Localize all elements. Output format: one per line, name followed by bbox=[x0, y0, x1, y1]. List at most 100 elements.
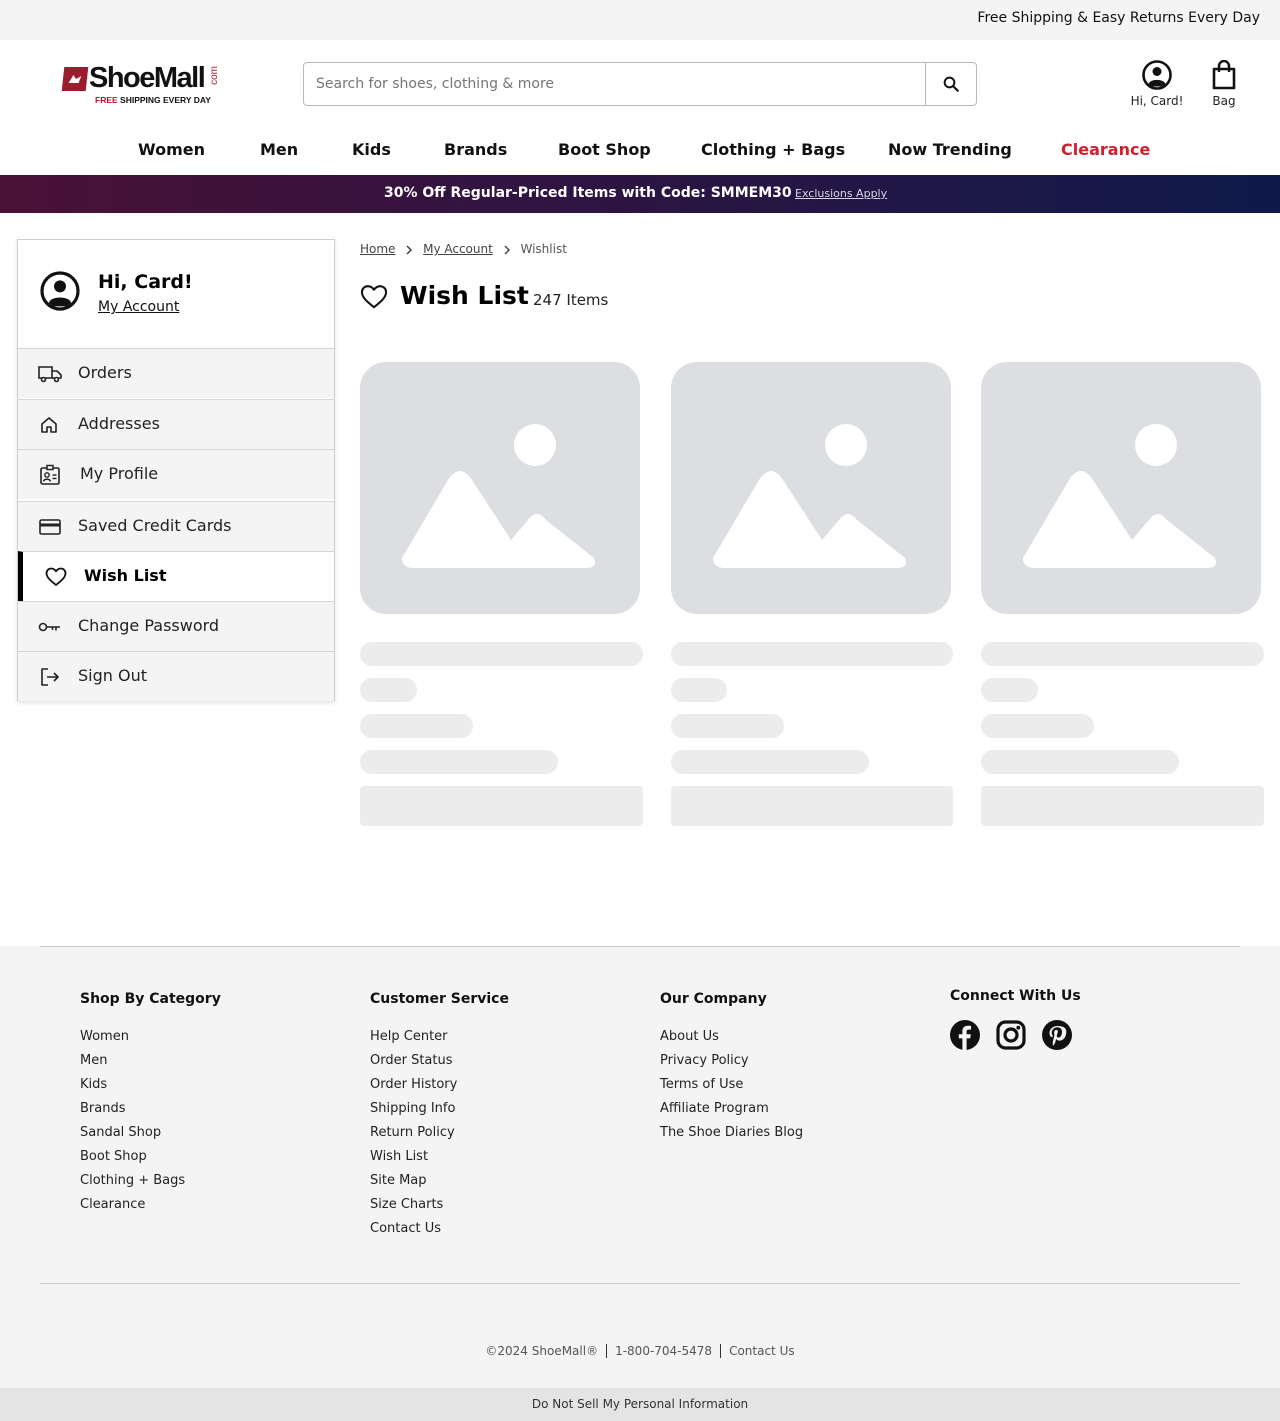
instagram-icon[interactable] bbox=[996, 1020, 1026, 1054]
footer-link-sandal-shop[interactable]: Sandal Shop bbox=[80, 1121, 221, 1145]
footer-link-help-center[interactable]: Help Center bbox=[370, 1025, 509, 1049]
skeleton-button bbox=[671, 786, 953, 826]
sidebar-item-label: My Profile bbox=[80, 464, 159, 483]
sidebar-item-my-profile[interactable]: My Profile bbox=[18, 449, 334, 499]
footer-link-wish-list[interactable]: Wish List bbox=[370, 1145, 509, 1169]
my-account-link[interactable]: My Account bbox=[98, 299, 179, 315]
skeleton-line bbox=[360, 678, 417, 702]
credit-card-icon bbox=[38, 516, 62, 538]
footer-link-privacy-policy[interactable]: Privacy Policy bbox=[660, 1049, 803, 1073]
top-banner: Free Shipping & Easy Returns Every Day bbox=[0, 0, 1280, 40]
search-input[interactable] bbox=[304, 63, 926, 105]
footer-link-affiliate-program[interactable]: Affiliate Program bbox=[660, 1097, 803, 1121]
skeleton-line bbox=[981, 750, 1179, 774]
account-link[interactable]: Hi, Card! bbox=[1126, 60, 1188, 108]
footer-link-brands[interactable]: Brands bbox=[80, 1097, 221, 1121]
breadcrumb-my-account[interactable]: My Account bbox=[423, 242, 493, 256]
footer-link-kids[interactable]: Kids bbox=[80, 1073, 221, 1097]
image-placeholder-icon bbox=[671, 362, 951, 614]
footer-legal: ©2024 ShoeMall® 1-800-704-5478 Contact Us bbox=[0, 1344, 1280, 1358]
nav-clearance[interactable]: Clearance bbox=[1061, 140, 1150, 159]
footer-divider bbox=[40, 946, 1240, 947]
skeleton-line bbox=[671, 750, 869, 774]
sidebar-item-label: Addresses bbox=[78, 414, 160, 433]
footer-link-women[interactable]: Women bbox=[80, 1025, 221, 1049]
do-not-sell-link[interactable]: Do Not Sell My Personal Information bbox=[0, 1388, 1280, 1421]
footer-contact-us[interactable]: Contact Us bbox=[720, 1344, 803, 1358]
sidebar-greeting: Hi, Card! bbox=[98, 271, 193, 293]
footer-link-size-charts[interactable]: Size Charts bbox=[370, 1193, 509, 1217]
footer-link-contact-us[interactable]: Contact Us bbox=[370, 1217, 509, 1241]
nav-men[interactable]: Men bbox=[260, 140, 298, 159]
shipping-message: Free Shipping & Easy Returns Every Day bbox=[977, 10, 1260, 26]
user-circle-icon bbox=[1142, 60, 1172, 90]
footer-link-site-map[interactable]: Site Map bbox=[370, 1169, 509, 1193]
footer-heading: Customer Service bbox=[370, 991, 509, 1007]
footer-link-return-policy[interactable]: Return Policy bbox=[370, 1121, 509, 1145]
footer-shop-by-category: Shop By Category Women Men Kids Brands S… bbox=[80, 991, 221, 1217]
footer-link-about-us[interactable]: About Us bbox=[660, 1025, 803, 1049]
footer-link-men[interactable]: Men bbox=[80, 1049, 221, 1073]
account-sidebar: Hi, Card! My Account Orders Addresses My… bbox=[17, 239, 335, 701]
nav-now-trending[interactable]: Now Trending bbox=[888, 140, 1012, 159]
skeleton-line bbox=[360, 750, 558, 774]
search-button[interactable] bbox=[925, 63, 976, 105]
skeleton-line bbox=[981, 678, 1038, 702]
heart-icon bbox=[360, 285, 388, 309]
breadcrumb-current: Wishlist bbox=[520, 242, 567, 256]
nav-clothing-bags[interactable]: Clothing + Bags bbox=[701, 140, 845, 159]
facebook-icon[interactable] bbox=[950, 1020, 980, 1054]
key-icon bbox=[38, 616, 62, 638]
page-title: Wish List bbox=[400, 281, 529, 310]
footer-link-terms-of-use[interactable]: Terms of Use bbox=[660, 1073, 803, 1097]
nav-kids[interactable]: Kids bbox=[352, 140, 391, 159]
sidebar-item-label: Sign Out bbox=[78, 666, 147, 685]
footer-link-order-status[interactable]: Order Status bbox=[370, 1049, 509, 1073]
skeleton-line bbox=[671, 642, 953, 666]
logo-suffix: com bbox=[209, 66, 220, 85]
footer-link-clearance[interactable]: Clearance bbox=[80, 1193, 221, 1217]
logo-wordmark: ShoeMall bbox=[89, 62, 206, 94]
id-badge-icon bbox=[38, 464, 62, 486]
item-count: 247 Items bbox=[533, 291, 609, 309]
skeleton-line bbox=[671, 678, 727, 702]
sidebar-item-orders[interactable]: Orders bbox=[18, 348, 334, 398]
sidebar-item-sign-out[interactable]: Sign Out bbox=[18, 651, 334, 701]
footer-heading: Our Company bbox=[660, 991, 767, 1007]
footer-link-order-history[interactable]: Order History bbox=[370, 1073, 509, 1097]
skeleton-button bbox=[360, 786, 643, 826]
nav-brands[interactable]: Brands bbox=[444, 140, 507, 159]
exclusions-link[interactable]: Exclusions Apply bbox=[795, 187, 887, 200]
skeleton-line bbox=[360, 642, 643, 666]
footer-link-boot-shop[interactable]: Boot Shop bbox=[80, 1145, 221, 1169]
sidebar-item-change-password[interactable]: Change Password bbox=[18, 601, 334, 651]
footer-link-clothing-bags[interactable]: Clothing + Bags bbox=[80, 1169, 221, 1193]
bag-link[interactable]: Bag bbox=[1204, 60, 1244, 108]
main-nav: Women Men Kids Brands Boot Shop Clothing… bbox=[0, 140, 1280, 166]
breadcrumb-home[interactable]: Home bbox=[360, 242, 395, 256]
phone-number[interactable]: 1-800-704-5478 bbox=[606, 1344, 720, 1358]
skeleton-line bbox=[671, 714, 784, 738]
footer-customer-service: Customer Service Help Center Order Statu… bbox=[370, 991, 509, 1241]
shoemall-logo[interactable]: ShoeMall com FREE SHIPPING EVERY DAY bbox=[61, 62, 223, 108]
account-label: Hi, Card! bbox=[1130, 94, 1184, 108]
nav-women[interactable]: Women bbox=[138, 140, 205, 159]
pinterest-icon[interactable] bbox=[1042, 1020, 1073, 1054]
chevron-right-icon bbox=[504, 244, 510, 255]
sidebar-item-addresses[interactable]: Addresses bbox=[18, 399, 334, 449]
truck-icon bbox=[38, 363, 62, 385]
footer-link-shipping-info[interactable]: Shipping Info bbox=[370, 1097, 509, 1121]
footer-connect: Connect With Us bbox=[950, 988, 1083, 1054]
user-circle-icon bbox=[40, 271, 80, 311]
copyright-text: ©2024 ShoeMall® bbox=[485, 1344, 599, 1358]
footer-link-shoe-diaries-blog[interactable]: The Shoe Diaries Blog bbox=[660, 1121, 803, 1145]
sidebar-item-saved-credit-cards[interactable]: Saved Credit Cards bbox=[18, 501, 334, 551]
sidebar-item-label: Wish List bbox=[84, 566, 167, 585]
breadcrumb: Home My Account Wishlist bbox=[360, 242, 567, 256]
heart-icon bbox=[44, 566, 68, 588]
nav-boot-shop[interactable]: Boot Shop bbox=[558, 140, 651, 159]
sidebar-item-wish-list[interactable]: Wish List bbox=[18, 551, 334, 601]
search-icon bbox=[943, 76, 959, 92]
skeleton-line bbox=[981, 714, 1094, 738]
bag-label: Bag bbox=[1212, 94, 1236, 108]
